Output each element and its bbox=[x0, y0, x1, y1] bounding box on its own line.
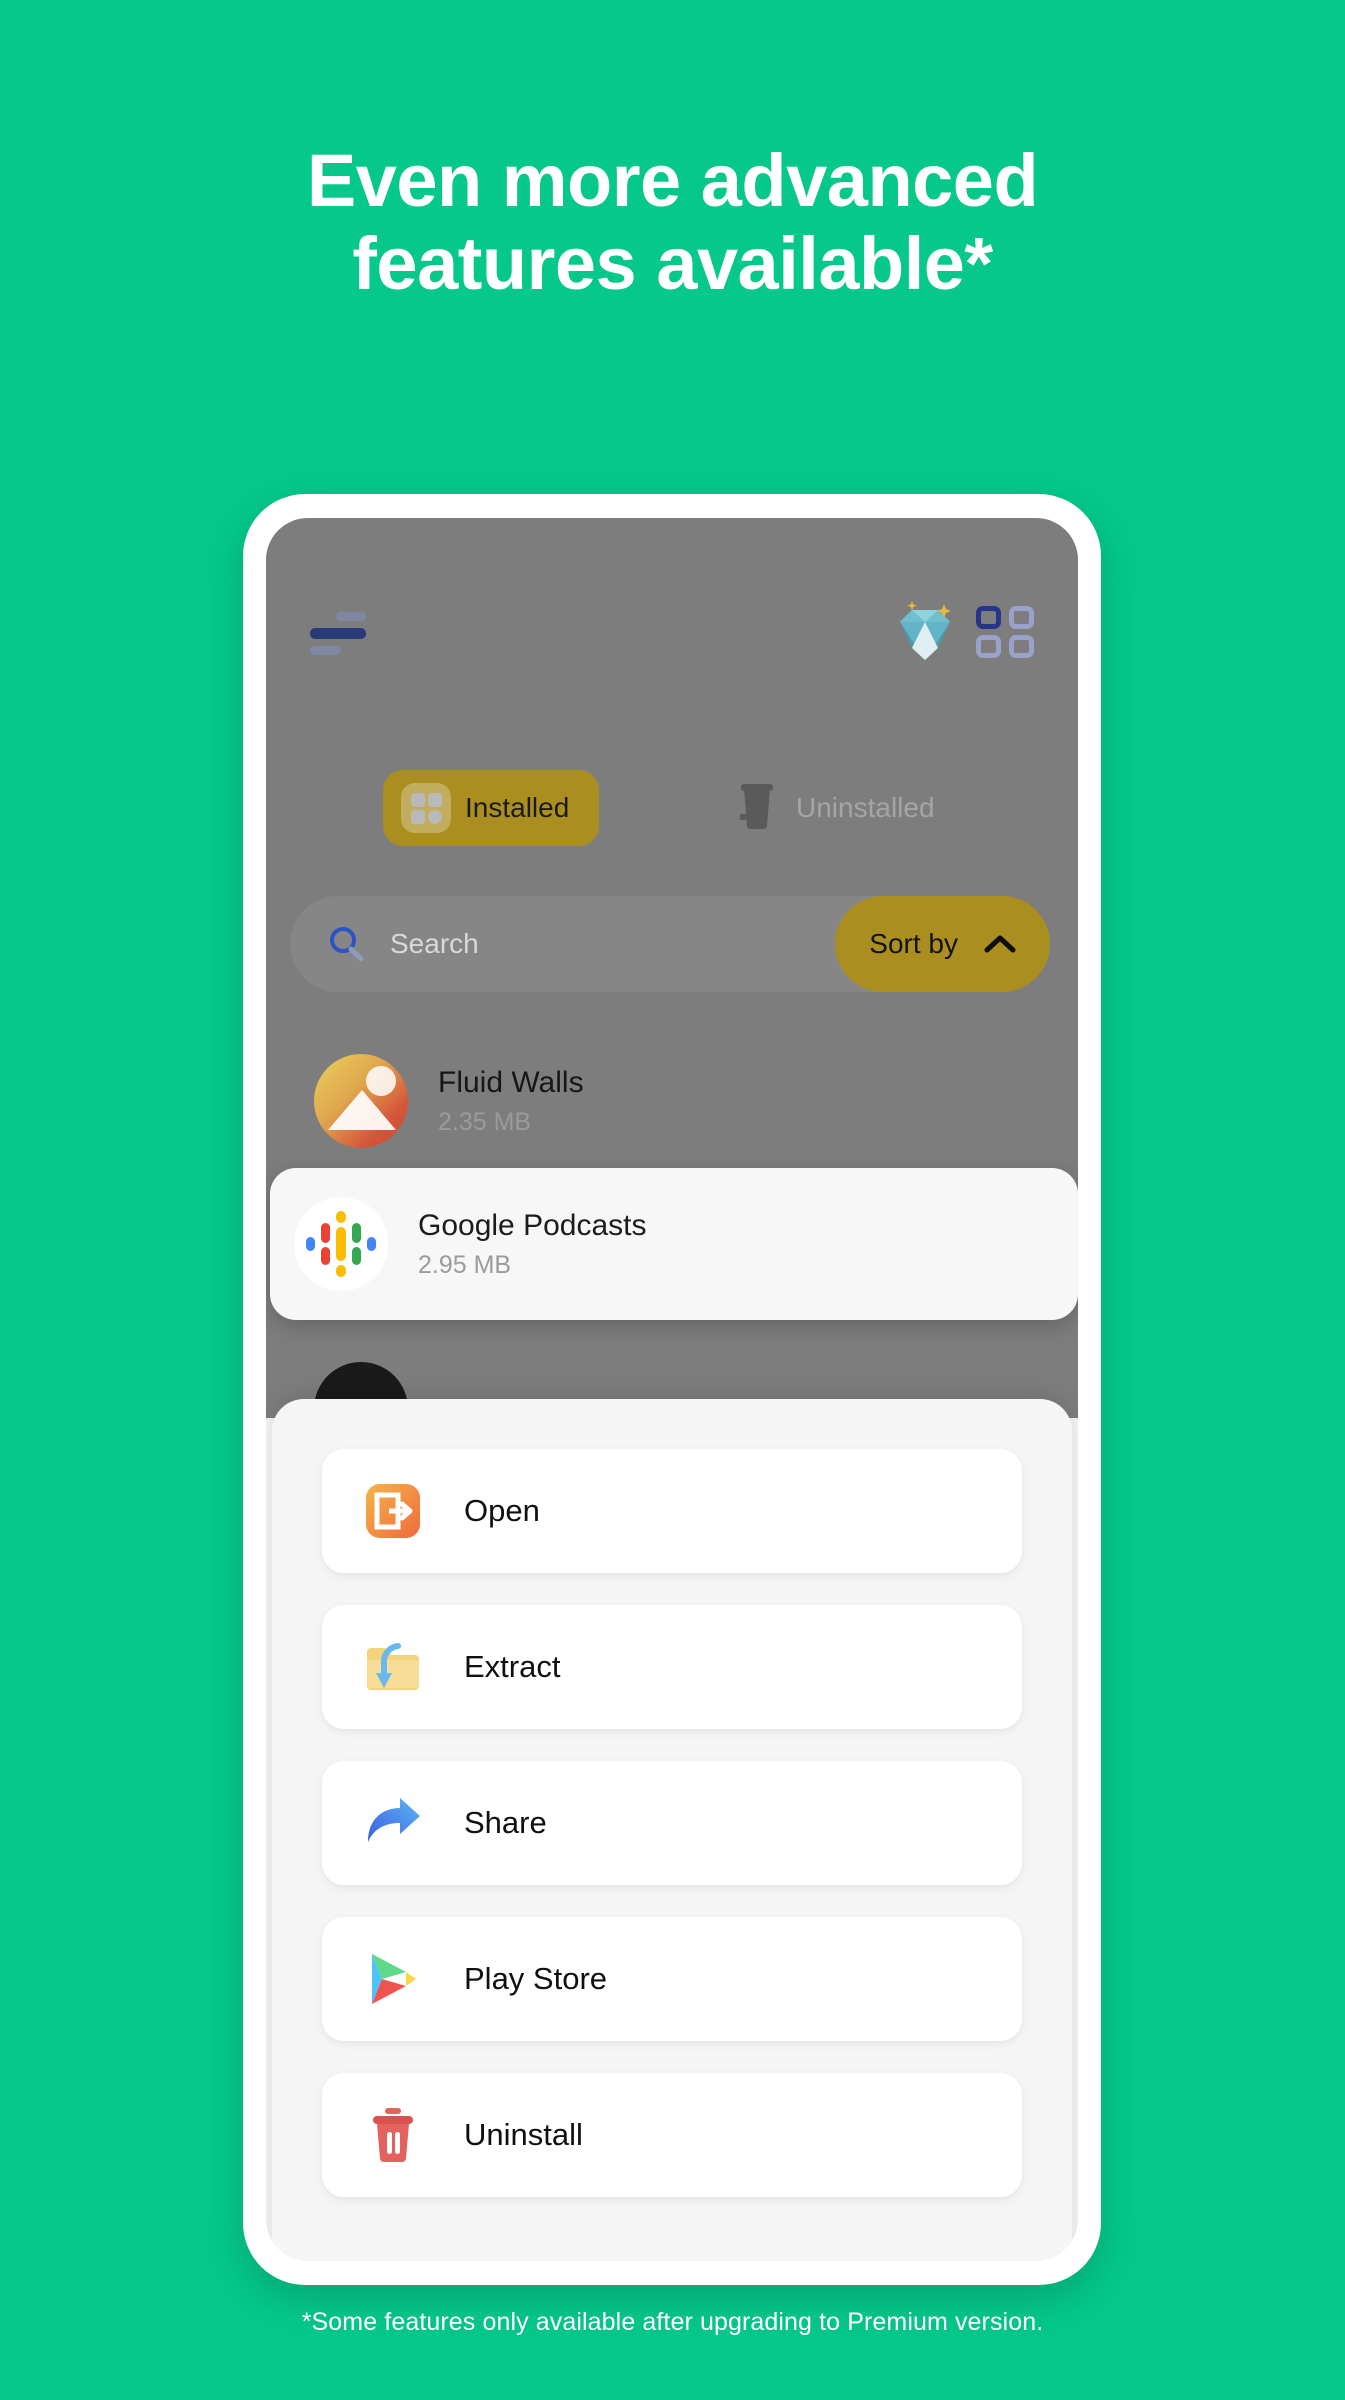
menu-item-label: Uninstall bbox=[464, 2117, 583, 2152]
list-item[interactable]: Fluid Walls 2.35 MB bbox=[290, 1030, 1050, 1172]
search-bar[interactable]: Search Sort by bbox=[290, 896, 1050, 992]
trash-bin-icon bbox=[740, 784, 773, 829]
fluid-walls-icon bbox=[314, 1054, 408, 1148]
headline-line-1: Even more advanced bbox=[306, 139, 1039, 222]
menu-item-uninstall[interactable]: Uninstall bbox=[322, 2073, 1022, 2197]
menu-item-label: Extract bbox=[464, 1649, 561, 1684]
search-icon bbox=[330, 927, 364, 962]
menu-item-share[interactable]: Share bbox=[322, 1761, 1022, 1885]
play-store-icon bbox=[364, 1950, 422, 2008]
open-export-icon bbox=[364, 1482, 422, 1540]
trash-delete-icon bbox=[364, 2106, 422, 2164]
app-name: Google Podcasts bbox=[418, 1208, 647, 1242]
sort-icon[interactable] bbox=[310, 612, 366, 655]
tab-uninstalled-label: Uninstalled bbox=[796, 792, 935, 823]
app-size: 2.95 MB bbox=[418, 1250, 512, 1279]
tab-uninstalled[interactable]: Uninstalled bbox=[734, 770, 935, 846]
app-bar bbox=[266, 596, 1078, 676]
grid-view-icon[interactable] bbox=[976, 606, 1034, 658]
list-item-selected[interactable]: Google Podcasts 2.95 MB bbox=[270, 1168, 1078, 1320]
search-input[interactable]: Search bbox=[390, 928, 479, 960]
extract-folder-icon bbox=[364, 1638, 422, 1696]
menu-item-label: Open bbox=[464, 1493, 540, 1528]
app-name: Fluid Walls bbox=[438, 1065, 584, 1099]
action-sheet: Open Extract Share Play Store Uninstall bbox=[272, 1399, 1072, 2261]
menu-item-label: Share bbox=[464, 1805, 547, 1840]
phone-screen: Installed Uninstalled Search Sort by Flu… bbox=[266, 518, 1078, 2261]
menu-item-label: Play Store bbox=[464, 1961, 608, 1996]
google-podcasts-icon bbox=[294, 1197, 388, 1291]
app-size: 2.35 MB bbox=[438, 1107, 532, 1136]
phone-mockup: Installed Uninstalled Search Sort by Flu… bbox=[243, 494, 1101, 2285]
premium-disclaimer: *Some features only available after upgr… bbox=[301, 2308, 1044, 2336]
sort-by-button[interactable]: Sort by bbox=[835, 896, 1050, 992]
sort-by-label: Sort by bbox=[869, 928, 958, 959]
tab-installed-label: Installed bbox=[465, 792, 570, 823]
diamond-icon[interactable] bbox=[892, 598, 958, 664]
headline-line-2: features available* bbox=[352, 221, 993, 305]
tab-installed[interactable]: Installed bbox=[383, 770, 600, 846]
share-arrow-icon bbox=[364, 1794, 422, 1852]
filter-tabs: Installed Uninstalled bbox=[266, 770, 1078, 850]
menu-item-play-store[interactable]: Play Store bbox=[322, 1917, 1022, 2041]
page-title: Even more advanced features available* bbox=[0, 139, 1345, 306]
menu-item-open[interactable]: Open bbox=[322, 1449, 1022, 1573]
menu-item-extract[interactable]: Extract bbox=[322, 1605, 1022, 1729]
apps-grid-icon bbox=[401, 783, 451, 833]
chevron-up-icon bbox=[984, 935, 1016, 953]
